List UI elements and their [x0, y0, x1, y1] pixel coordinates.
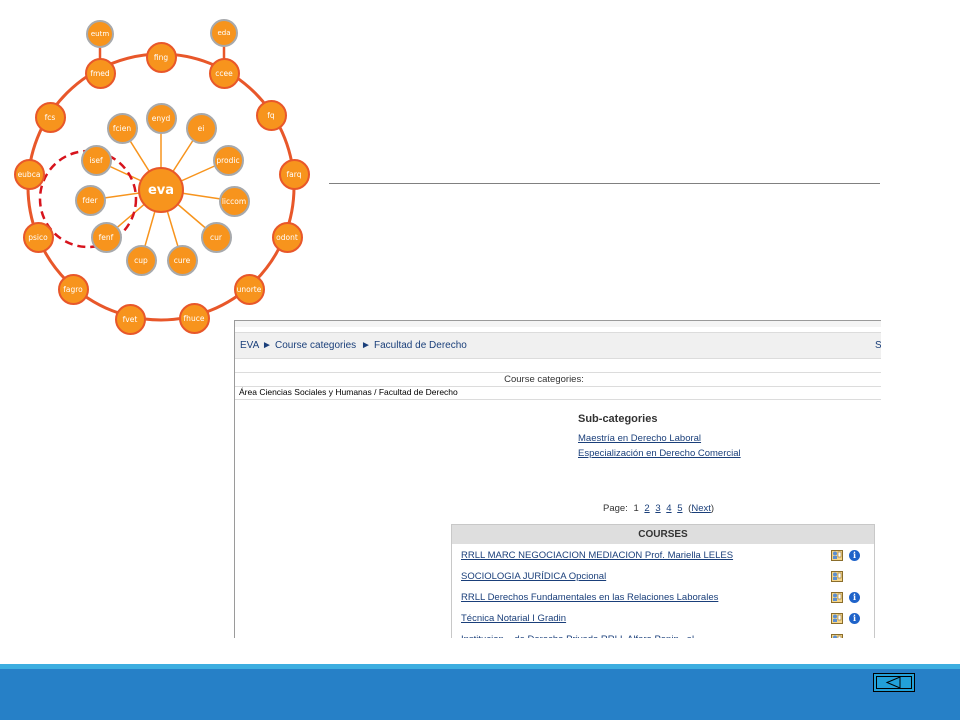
- pagination-next-link[interactable]: Next: [691, 503, 711, 514]
- faculty-network-diagram: fing ccee fq farq odont unorte fhuce fve…: [0, 0, 330, 340]
- pagination-page-link[interactable]: 4: [666, 503, 671, 514]
- node-psico: psico: [22, 221, 54, 253]
- pagination-page-link[interactable]: 2: [644, 503, 649, 514]
- node-eutm: eutm: [86, 20, 114, 48]
- moodle-category-page: EVA ► Course categories ► Facultad de De…: [234, 320, 881, 638]
- course-row: Técnica Notarial I Gradin i: [452, 607, 874, 628]
- node-fcs: fcs: [34, 101, 66, 133]
- node-isef: isef: [80, 144, 112, 176]
- pagination-page-link[interactable]: 3: [655, 503, 660, 514]
- course-row: Institucion... de Derecho Privado RRLL A…: [452, 628, 874, 638]
- course-link[interactable]: RRLL Derechos Fundamentales en las Relac…: [461, 592, 718, 603]
- node-enyd: enyd: [145, 102, 177, 134]
- node-ei: ei: [185, 112, 217, 144]
- node-fvet: fvet: [114, 303, 146, 335]
- breadcrumb-right-fragment[interactable]: S: [875, 333, 881, 358]
- subcategory-link[interactable]: Especialización en Derecho Comercial: [578, 448, 741, 459]
- courses-header: COURSES: [452, 525, 874, 544]
- course-link[interactable]: Técnica Notarial I Gradin: [461, 613, 566, 624]
- breadcrumb-current: Facultad de Derecho: [374, 340, 467, 351]
- courses-table: COURSES RRLL MARC NEGOCIACION MEDIACION …: [451, 524, 875, 638]
- course-row: RRLL MARC NEGOCIACION MEDIACION Prof. Ma…: [452, 544, 874, 565]
- node-ccee: ccee: [208, 57, 240, 89]
- subcategories-title: Sub-categories: [578, 413, 658, 425]
- node-cur: cur: [200, 221, 232, 253]
- teacher-icon[interactable]: [831, 634, 843, 638]
- pagination-label: Page:: [603, 503, 628, 514]
- breadcrumb-eva-link[interactable]: EVA: [240, 333, 259, 358]
- node-fmed: fmed: [84, 57, 116, 89]
- node-eubca: eubca: [13, 158, 45, 190]
- course-link[interactable]: Institucion... de Derecho Privado RRLL A…: [461, 634, 694, 638]
- teacher-icon[interactable]: [831, 592, 843, 603]
- back-button[interactable]: [873, 673, 915, 692]
- info-icon[interactable]: i: [849, 613, 860, 624]
- node-fder: fder: [74, 184, 106, 216]
- node-eda: eda: [210, 19, 238, 47]
- node-fenf: fenf: [90, 221, 122, 253]
- triangle-right-icon: ►: [361, 340, 371, 351]
- course-link[interactable]: SOCIOLOGIA JURÍDICA Opcional: [461, 571, 606, 582]
- triangle-right-icon: ►: [262, 340, 272, 351]
- node-liccom: liccom: [218, 185, 250, 217]
- node-odont: odont: [271, 221, 303, 253]
- triangle-left-icon: [885, 675, 900, 689]
- category-header: Course categories:: [235, 372, 881, 387]
- teacher-icon[interactable]: [831, 571, 843, 582]
- pagination: Page: 1 2 3 4 5 (Next): [603, 503, 714, 514]
- breadcrumb: EVA ► Course categories ► Facultad de De…: [235, 332, 881, 359]
- pagination-paren: ): [710, 503, 715, 514]
- teacher-icon[interactable]: [831, 613, 843, 624]
- info-icon[interactable]: i: [849, 592, 860, 603]
- page-top-strip: [235, 320, 881, 327]
- horizontal-divider: [329, 183, 880, 184]
- subcategory-link[interactable]: Maestría en Derecho Laboral: [578, 433, 701, 444]
- node-farq: farq: [278, 158, 310, 190]
- course-row: RRLL Derechos Fundamentales en las Relac…: [452, 586, 874, 607]
- course-row: SOCIOLOGIA JURÍDICA Opcional: [452, 565, 874, 586]
- node-unorte: unorte: [233, 273, 265, 305]
- node-eva-center: eva: [138, 167, 184, 213]
- node-fcien: fcien: [106, 112, 138, 144]
- pagination-page-link[interactable]: 5: [677, 503, 682, 514]
- divider: [235, 399, 881, 400]
- category-path: Área Ciencias Sociales y Humanas / Facul…: [239, 387, 458, 397]
- node-cure: cure: [166, 244, 198, 276]
- node-prodic: prodic: [212, 144, 244, 176]
- pagination-current: 1: [633, 503, 639, 514]
- courses-list: RRLL MARC NEGOCIACION MEDIACION Prof. Ma…: [452, 544, 874, 638]
- node-fq: fq: [255, 99, 287, 131]
- node-cup: cup: [125, 244, 157, 276]
- breadcrumb-course-categories-link[interactable]: Course categories: [275, 333, 356, 358]
- node-fing: fing: [145, 41, 177, 73]
- course-link[interactable]: RRLL MARC NEGOCIACION MEDIACION Prof. Ma…: [461, 550, 733, 561]
- node-fhuce: fhuce: [178, 302, 210, 334]
- footer-bar: [0, 669, 960, 720]
- info-icon[interactable]: i: [849, 550, 860, 561]
- category-header-label: Course categories:: [504, 374, 584, 385]
- teacher-icon[interactable]: [831, 550, 843, 561]
- node-fagro: fagro: [57, 273, 89, 305]
